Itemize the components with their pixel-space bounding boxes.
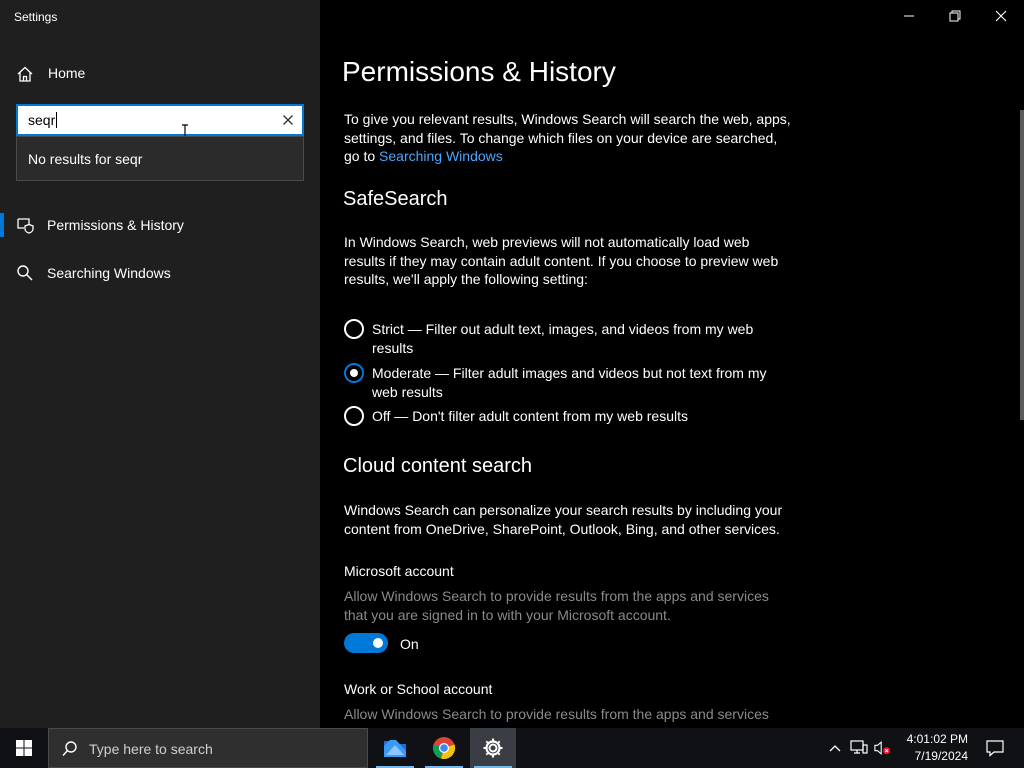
volume-button[interactable]: [874, 738, 892, 758]
volume-muted-icon: [874, 740, 891, 756]
no-results-text: No results for seqr: [28, 151, 143, 167]
chrome-icon: [432, 737, 456, 760]
radio-label: Strict — Filter out adult text, images, …: [372, 321, 754, 356]
toggle-state-label: On: [400, 636, 419, 652]
main-content: Permissions & History To give you releva…: [320, 0, 1024, 728]
radio-circle: [344, 406, 364, 426]
cloud-heading: Cloud content search: [343, 455, 533, 477]
sidebar: Settings Home seqr No results for seqr P…: [0, 0, 320, 728]
restore-button[interactable]: [932, 0, 978, 32]
cloud-description: Windows Search can personalize your sear…: [344, 502, 783, 537]
microsoft-account-toggle[interactable]: [344, 633, 388, 653]
safesearch-heading: SafeSearch: [343, 188, 448, 210]
restore-icon: [949, 10, 961, 22]
close-icon: [995, 10, 1007, 22]
sidebar-item-searching-windows[interactable]: Searching Windows: [0, 255, 320, 291]
radio-label: Off — Don't filter adult content from my…: [372, 408, 688, 424]
taskbar-settings[interactable]: [470, 728, 516, 768]
action-center-button[interactable]: [980, 728, 1010, 768]
active-indicator: [0, 213, 4, 237]
network-icon: [850, 740, 868, 754]
search-input-value: seqr: [28, 112, 58, 128]
home-label: Home: [48, 65, 86, 81]
windows-logo-icon: [16, 740, 32, 756]
home-nav[interactable]: Home: [0, 56, 320, 90]
taskbar-search-placeholder: Type here to search: [89, 741, 213, 757]
file-explorer-icon: [384, 740, 406, 757]
search-icon: [62, 741, 77, 756]
clock-date: 7/19/2024: [914, 749, 968, 763]
taskbar-chrome[interactable]: [421, 728, 467, 768]
chevron-up-icon: [829, 745, 841, 752]
settings-search-input[interactable]: seqr: [16, 104, 304, 136]
clear-icon[interactable]: [280, 112, 296, 128]
home-icon: [17, 66, 33, 82]
microsoft-account-title: Microsoft account: [344, 563, 454, 579]
radio-circle-selected: [344, 363, 364, 383]
sidebar-item-permissions-history[interactable]: Permissions & History: [0, 207, 320, 243]
intro-text: To give you relevant results, Windows Se…: [344, 111, 791, 164]
radio-circle: [344, 319, 364, 339]
search-suggestions: No results for seqr: [16, 136, 304, 181]
work-account-title: Work or School account: [344, 681, 493, 697]
scrollbar[interactable]: [1020, 110, 1024, 420]
show-hidden-icons-button[interactable]: [826, 738, 844, 758]
start-button[interactable]: [0, 728, 48, 768]
notification-icon: [986, 740, 1004, 757]
searching-windows-link[interactable]: Searching Windows: [379, 148, 503, 164]
minimize-button[interactable]: [886, 0, 932, 32]
microsoft-account-description: Allow Windows Search to provide results …: [344, 588, 769, 623]
taskbar-search-box[interactable]: Type here to search: [48, 728, 368, 768]
shield-icon: [17, 218, 34, 234]
sidebar-item-label: Searching Windows: [47, 265, 171, 281]
close-button[interactable]: [978, 0, 1024, 32]
search-icon: [17, 265, 33, 281]
sidebar-item-label: Permissions & History: [47, 217, 184, 233]
safesearch-description: In Windows Search, web previews will not…: [344, 234, 779, 287]
minimize-icon: [904, 15, 914, 17]
settings-icon: [483, 738, 503, 758]
work-account-description: Allow Windows Search to provide results …: [344, 706, 769, 722]
radio-label: Moderate — Filter adult images and video…: [372, 365, 767, 400]
app-title: Settings: [14, 10, 58, 24]
clock-time: 4:01:02 PM: [906, 732, 968, 746]
taskbar-file-explorer[interactable]: [372, 728, 418, 768]
network-button[interactable]: [850, 738, 868, 758]
system-clock[interactable]: 4:01:02 PM 7/19/2024: [898, 731, 968, 765]
page-title: Permissions & History: [342, 56, 616, 87]
taskbar: Type here to search 4:01:02 PM 7/19/2024: [0, 728, 1024, 768]
